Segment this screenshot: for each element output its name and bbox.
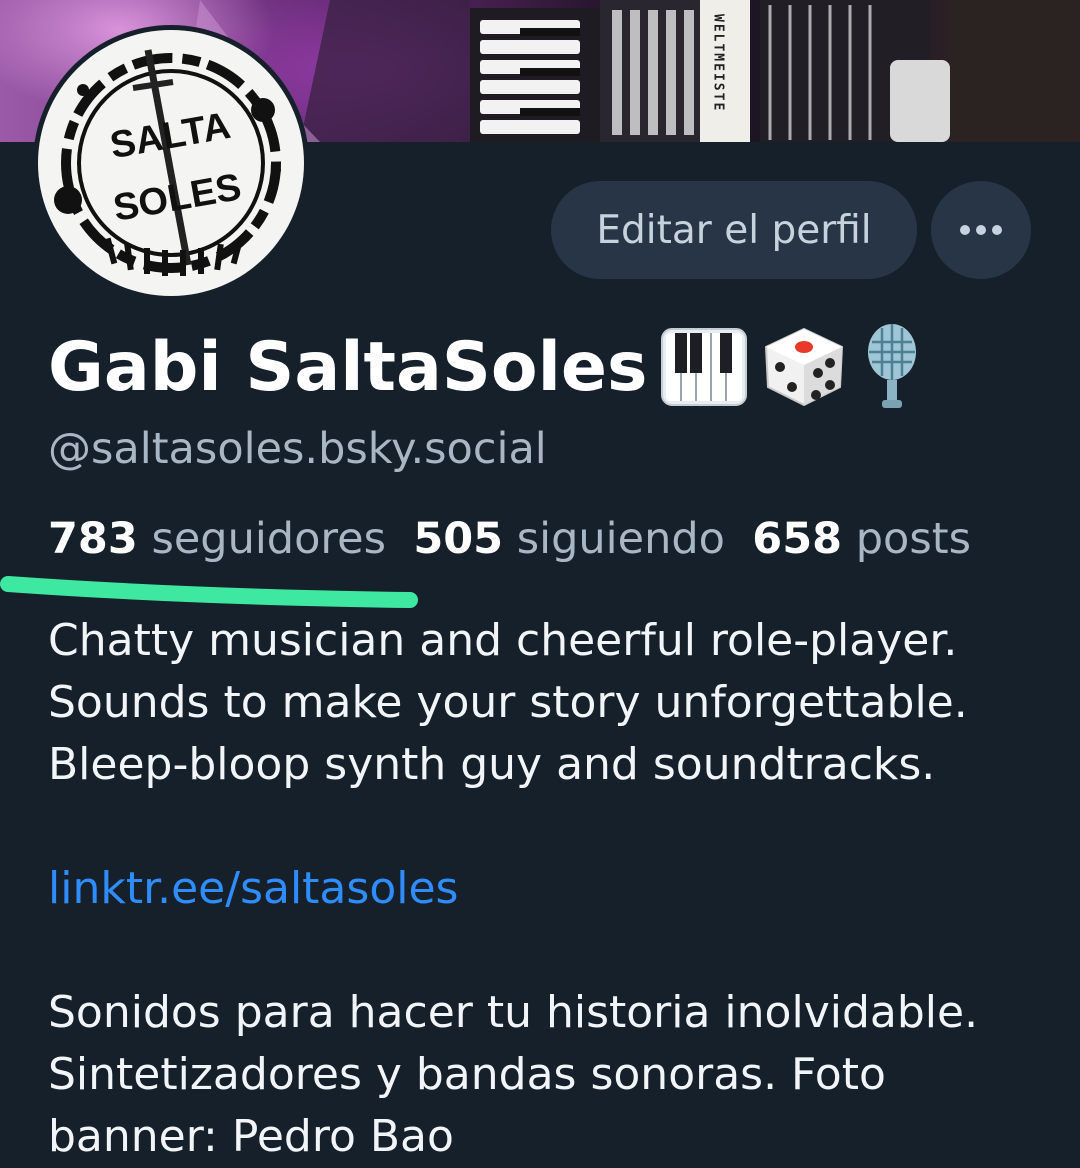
bio-line: Sonidos para hacer tu historia inolvidab… bbox=[48, 987, 979, 1038]
following-label: siguiendo bbox=[516, 514, 725, 564]
display-name: Gabi SaltaSoles bbox=[48, 327, 648, 407]
bio-line: Chatty musician and cheerful role-player… bbox=[48, 615, 958, 666]
microphone-icon bbox=[867, 324, 916, 408]
avatar[interactable]: SALTA SOLES bbox=[33, 25, 309, 301]
display-name-row: Gabi SaltaSoles bbox=[48, 322, 924, 412]
following-stat[interactable]: 505 siguiendo bbox=[413, 514, 725, 564]
avatar-logo: SALTA SOLES bbox=[38, 30, 304, 296]
bio-line: Sounds to make your story unforgettable. bbox=[48, 677, 968, 728]
die-icon bbox=[764, 327, 843, 407]
posts-label: posts bbox=[855, 514, 971, 564]
followers-count: 783 bbox=[48, 514, 138, 564]
bio-line: Bleep-bloop synth guy and soundtracks. bbox=[48, 739, 936, 790]
bio-line: banner: Pedro Bao bbox=[48, 1111, 454, 1162]
bio-line: Sintetizadores y bandas sonoras. Foto bbox=[48, 1049, 886, 1100]
edit-profile-button[interactable]: Editar el perfil bbox=[551, 181, 917, 279]
bio-link[interactable]: linktr.ee/saltasoles bbox=[48, 863, 458, 914]
profile-bio: Chatty musician and cheerful role-player… bbox=[48, 610, 1058, 1168]
profile-handle[interactable]: @saltasoles.bsky.social bbox=[48, 424, 547, 474]
banner-brand-text: WELTMEISTE bbox=[711, 14, 726, 112]
followers-stat[interactable]: 783 seguidores bbox=[48, 514, 386, 564]
piano-keyboard-icon bbox=[660, 328, 747, 406]
following-count: 505 bbox=[413, 514, 504, 564]
more-options-button[interactable] bbox=[931, 181, 1031, 279]
followers-label: seguidores bbox=[151, 514, 386, 564]
posts-stat[interactable]: 658 posts bbox=[752, 514, 971, 564]
ellipsis-icon bbox=[960, 225, 1002, 235]
profile-stats: 783 seguidores 505 siguiendo 658 posts bbox=[48, 514, 971, 564]
posts-count: 658 bbox=[752, 514, 843, 564]
